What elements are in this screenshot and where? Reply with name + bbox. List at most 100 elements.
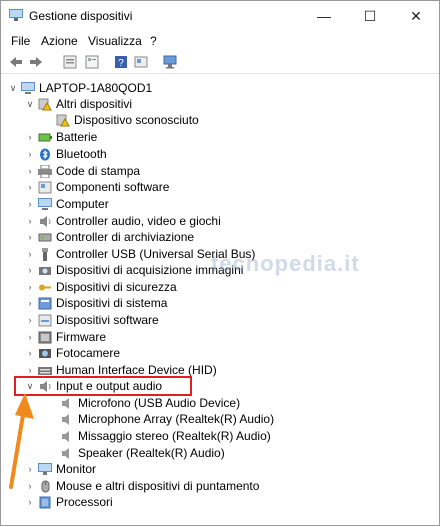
tree-item-label: Dispositivi di sistema: [56, 296, 168, 310]
computer-name-label: LAPTOP-1A80QOD1: [39, 81, 153, 95]
chevron-right-icon[interactable]: ›: [24, 132, 36, 142]
chevron-right-icon[interactable]: ›: [24, 216, 36, 226]
warning-device-icon: [56, 114, 70, 126]
tree-item-label: Batterie: [56, 130, 98, 144]
window-title: Gestione dispositivi: [29, 9, 133, 23]
tree-item-label: Dispositivi di sicurezza: [56, 280, 177, 294]
svg-text:?: ?: [118, 58, 124, 69]
chevron-right-icon[interactable]: ›: [24, 149, 36, 159]
tree-root[interactable]: ∨ LAPTOP-1A80QOD1: [7, 80, 152, 96]
tree-item-label: Altri dispositivi: [56, 97, 133, 111]
tree-item-label: Processori: [56, 495, 113, 509]
printer-icon: [38, 164, 52, 178]
maximize-button[interactable]: ☐: [347, 1, 393, 31]
tree-item-label: Microfono (USB Audio Device): [78, 396, 241, 410]
tree-item-altri-dispositivi[interactable]: ∨ Altri dispositivi: [24, 96, 132, 112]
tree-item-label: Firmware: [56, 330, 106, 344]
chevron-down-icon[interactable]: ∨: [7, 83, 19, 94]
tree-item-label: Fotocamere: [56, 346, 121, 360]
view-list-icon[interactable]: [61, 53, 79, 71]
battery-icon: [38, 133, 52, 141]
computer-icon: [21, 81, 35, 94]
webcam-icon: [39, 348, 51, 358]
tree-item-label: Dispositivi software: [56, 313, 159, 327]
chevron-right-icon[interactable]: ›: [24, 166, 36, 176]
tree-item-label: Missaggio stereo (Realtek(R) Audio): [78, 429, 271, 443]
tree-item-label: Dispositivo sconosciuto: [74, 113, 199, 127]
tree-item-code-di-stampa[interactable]: › Code di stampa: [24, 163, 141, 179]
help-icon[interactable]: ?: [112, 53, 130, 71]
chevron-right-icon[interactable]: ›: [24, 365, 36, 375]
properties-icon[interactable]: [83, 53, 101, 71]
tree-item-dispositivi-sicurezza[interactable]: › Dispositivi di sicurezza: [24, 279, 177, 295]
orange-arrow-pointer: [9, 393, 34, 489]
menu-file[interactable]: File: [11, 34, 30, 48]
audio-device-icon: [62, 397, 69, 409]
tree-item-controller-archiviazione[interactable]: › Controller di archiviazione: [24, 229, 195, 245]
speaker-icon: [40, 215, 51, 227]
close-button[interactable]: ✕: [393, 1, 439, 31]
tree-item-componenti-software[interactable]: › Componenti software: [24, 179, 170, 195]
menu-bar: File Azione Visualizza ?: [1, 31, 439, 51]
back-arrow-icon[interactable]: [7, 53, 25, 71]
system-device-icon: [38, 297, 52, 309]
audio-device-icon: [62, 447, 69, 459]
audio-device-icon: [62, 413, 69, 425]
tree-item-microfono[interactable]: Microfono (USB Audio Device): [58, 395, 240, 411]
chevron-right-icon[interactable]: ›: [24, 182, 36, 192]
camera-icon: [39, 266, 51, 275]
computer-icon: [38, 197, 52, 210]
menu-visualizza[interactable]: Visualizza: [88, 34, 142, 48]
device-manager-window: Gestione dispositivi — ☐ ✕ File Azione V…: [0, 0, 440, 526]
tree-item-label: Componenti software: [56, 180, 170, 194]
chevron-right-icon[interactable]: ›: [24, 199, 36, 209]
tree-item-firmware[interactable]: › Firmware: [24, 329, 107, 345]
security-key-icon: [39, 284, 51, 290]
tree-item-label: Computer: [56, 197, 109, 211]
audio-device-icon: [62, 430, 69, 442]
processor-icon: [39, 496, 51, 508]
tree-item-computer[interactable]: › Computer: [24, 196, 109, 212]
scan-hardware-icon[interactable]: [161, 53, 179, 71]
chevron-right-icon[interactable]: ›: [24, 265, 36, 275]
unknown-device-icon: [38, 98, 52, 110]
chevron-down-icon[interactable]: ∨: [24, 99, 36, 110]
usb-icon: [42, 247, 48, 261]
software-component-icon: [38, 181, 52, 193]
tree-item-fotocamere[interactable]: › Fotocamere: [24, 345, 121, 361]
tree-item-dispositivo-sconosciuto[interactable]: Dispositivo sconosciuto: [54, 112, 199, 128]
bluetooth-icon: [40, 148, 50, 160]
menu-help[interactable]: ?: [150, 34, 157, 48]
device-tree: ∨ LAPTOP-1A80QOD1 ∨ Altri dispositivi Di…: [1, 75, 439, 527]
chevron-right-icon[interactable]: ›: [24, 315, 36, 325]
firmware-icon: [38, 331, 52, 343]
tree-item-controller-audio[interactable]: › Controller audio, video e giochi: [24, 213, 221, 229]
keyboard-icon: [38, 366, 52, 375]
chevron-right-icon[interactable]: ›: [24, 232, 36, 242]
tree-item-label: Microphone Array (Realtek(R) Audio): [78, 412, 275, 426]
chevron-right-icon[interactable]: ›: [24, 249, 36, 259]
tree-item-label: Controller audio, video e giochi: [56, 214, 221, 228]
tree-item-batterie[interactable]: › Batterie: [24, 129, 98, 145]
tree-item-mouse[interactable]: › Mouse e altri dispositivi di puntament…: [24, 478, 260, 494]
tree-item-bluetooth[interactable]: › Bluetooth: [24, 146, 107, 162]
tree-item-label: Controller di archiviazione: [56, 230, 195, 244]
device-view-icon[interactable]: [132, 53, 150, 71]
tree-item-label: Monitor: [56, 462, 97, 476]
tree-item-speaker[interactable]: Speaker (Realtek(R) Audio): [58, 445, 225, 461]
chevron-right-icon[interactable]: ›: [24, 348, 36, 358]
device-manager-app-icon: [9, 9, 23, 21]
chevron-right-icon[interactable]: ›: [24, 298, 36, 308]
chevron-right-icon[interactable]: ›: [24, 282, 36, 292]
forward-arrow-icon[interactable]: [27, 53, 45, 71]
tree-item-processori[interactable]: › Processori: [24, 494, 113, 510]
chevron-right-icon[interactable]: ›: [24, 497, 36, 507]
tree-item-microphone-array[interactable]: Microphone Array (Realtek(R) Audio): [58, 411, 274, 427]
tree-item-label: Speaker (Realtek(R) Audio): [78, 446, 225, 460]
menu-azione[interactable]: Azione: [41, 34, 78, 48]
tree-item-dispositivi-sistema[interactable]: › Dispositivi di sistema: [24, 295, 168, 311]
tree-item-missaggio-stereo[interactable]: Missaggio stereo (Realtek(R) Audio): [58, 428, 271, 444]
chevron-right-icon[interactable]: ›: [24, 332, 36, 342]
minimize-button[interactable]: —: [301, 1, 347, 31]
tree-item-dispositivi-software[interactable]: › Dispositivi software: [24, 312, 159, 328]
